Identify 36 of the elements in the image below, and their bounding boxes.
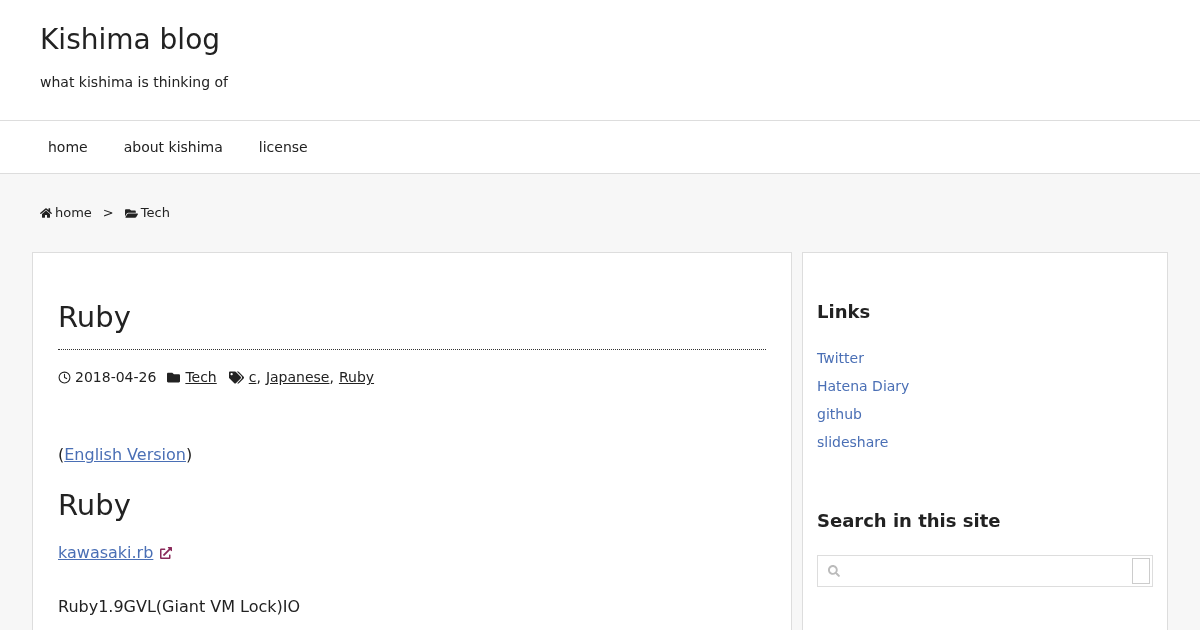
sidebar-link[interactable]: slideshare [817, 432, 889, 453]
english-version-link[interactable]: English Version [64, 445, 186, 464]
home-icon [40, 207, 52, 219]
intro-text: (English Version) [58, 444, 193, 466]
folder-icon [167, 371, 181, 384]
tag-separator: , [256, 368, 261, 387]
external-link[interactable]: kawasaki.rb [58, 541, 154, 565]
section-heading: Ruby [58, 487, 131, 524]
sidebar-link[interactable]: Twitter [817, 348, 864, 369]
breadcrumb-category-link[interactable]: Tech [124, 203, 170, 223]
tag-link[interactable]: Ruby [338, 367, 375, 388]
category-link[interactable]: Tech [185, 367, 217, 388]
site-tagline: what kishima is thinking of [40, 73, 229, 92]
site-title[interactable]: Kishima blog [40, 22, 221, 58]
post-date: 2018-04-26 [75, 368, 157, 387]
folder-icon [124, 206, 138, 220]
search-heading: Search in this site [817, 509, 1001, 533]
external-link-icon [160, 547, 173, 559]
links-heading: Links [817, 300, 871, 324]
tag-link[interactable]: Japanese [265, 367, 330, 388]
tag-separator: , [329, 368, 334, 387]
article-title: Ruby [58, 299, 131, 336]
breadcrumb-separator: > [101, 204, 115, 223]
breadcrumb-home-link[interactable]: home [40, 203, 92, 223]
nav-link[interactable]: license [240, 136, 326, 158]
body-text: Ruby1.9GVL(Giant VM Lock)IO [58, 596, 301, 618]
nav-link[interactable]: about kishima [105, 136, 241, 158]
tag-link[interactable]: c [248, 367, 257, 388]
tags-icon [228, 370, 244, 385]
search-field[interactable] [817, 555, 1153, 587]
search-button[interactable] [1132, 558, 1150, 584]
search-icon [828, 565, 840, 577]
clock-icon [58, 371, 71, 384]
sidebar-link[interactable]: github [817, 404, 862, 425]
sidebar-link[interactable]: Hatena Diary [817, 376, 910, 397]
nav-link[interactable]: home [30, 136, 106, 158]
